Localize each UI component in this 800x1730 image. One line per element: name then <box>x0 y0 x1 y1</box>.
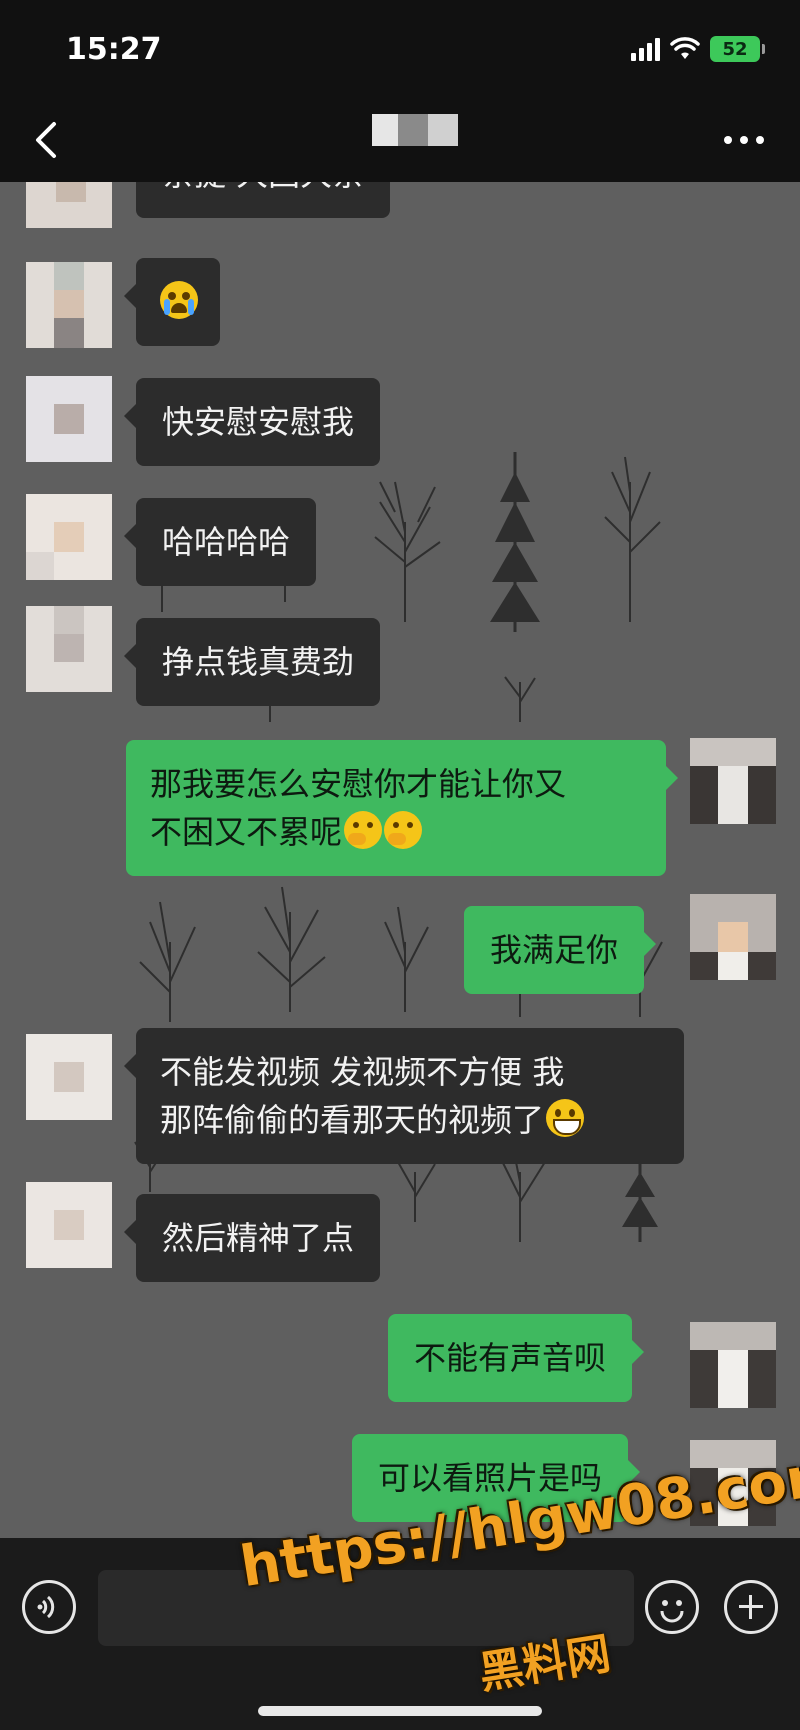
message-text: 亲提 大国大亲 <box>162 182 364 193</box>
ellipsis-icon[interactable] <box>724 136 764 144</box>
thinking-face-icon <box>344 811 383 849</box>
home-indicator <box>258 1706 542 1716</box>
message-text: 挣点钱真费劲 <box>162 643 355 681</box>
avatar[interactable] <box>26 1034 112 1120</box>
message-bubble-outgoing[interactable]: 那我要怎么安慰你才能让你又 不困又不累呢 <box>126 740 678 876</box>
message-text-line-1: 不能发视频 发视频不方便 我 <box>160 1053 565 1091</box>
grinning-face-icon <box>546 1099 585 1137</box>
message-text: 然后精神了点 <box>162 1219 355 1257</box>
message-bubble-outgoing[interactable]: 不能有声音呗 <box>388 1314 645 1402</box>
avatar[interactable] <box>26 262 112 348</box>
avatar[interactable] <box>26 1182 112 1268</box>
message-bubble-incoming[interactable]: 挣点钱真费劲 <box>123 618 381 706</box>
avatar[interactable] <box>26 182 112 228</box>
avatar[interactable] <box>26 494 112 580</box>
message-bubble-incoming[interactable] <box>124 258 220 346</box>
battery-icon: 52 <box>710 36 765 62</box>
message-bubble-incoming[interactable]: 然后精神了点 <box>123 1194 381 1282</box>
message-bubble-incoming[interactable]: 哈哈哈哈 <box>123 498 317 586</box>
status-icons: 52 <box>631 36 765 62</box>
avatar[interactable] <box>26 376 112 462</box>
message-text-line-2: 那阵偷偷的看那天的视频了 <box>160 1101 545 1139</box>
message-bubble-incoming[interactable]: 亲提 大国大亲 <box>136 182 391 218</box>
status-bar: 15:27 52 <box>0 0 800 100</box>
contact-name-blurred <box>372 114 458 146</box>
battery-level: 52 <box>722 38 748 60</box>
message-bubble-incoming[interactable]: 快安慰安慰我 <box>123 378 381 466</box>
message-text: 不能有声音呗 <box>414 1339 607 1377</box>
message-text-line-2: 不困又不累呢 <box>150 813 343 851</box>
message-bubble-incoming[interactable]: 不能发视频 发视频不方便 我 那阵偷偷的看那天的视频了 <box>124 1028 684 1164</box>
status-time: 15:27 <box>66 32 162 67</box>
message-bubble-outgoing[interactable]: 我满足你 <box>464 906 657 994</box>
wifi-icon <box>670 37 700 61</box>
signal-icon <box>631 37 660 61</box>
message-text: 我满足你 <box>490 931 619 969</box>
plus-icon[interactable] <box>724 1580 778 1634</box>
chevron-left-icon[interactable] <box>30 120 66 160</box>
avatar-self[interactable] <box>690 1322 776 1408</box>
avatar-self[interactable] <box>690 894 776 980</box>
message-text-line-1: 那我要怎么安慰你才能让你又 <box>150 765 567 803</box>
message-text: 快安慰安慰我 <box>162 403 355 441</box>
message-text: 哈哈哈哈 <box>162 523 291 561</box>
avatar[interactable] <box>26 606 112 692</box>
smiley-icon[interactable] <box>645 1580 699 1634</box>
thinking-face-icon <box>384 811 423 849</box>
avatar-self[interactable] <box>690 738 776 824</box>
voice-icon[interactable] <box>22 1580 76 1634</box>
chat-area[interactable]: 亲提 大国大亲 快安慰安慰我 哈哈哈哈 挣点钱真费劲 那我要怎么 <box>0 182 800 1538</box>
crying-face-icon <box>160 281 198 319</box>
